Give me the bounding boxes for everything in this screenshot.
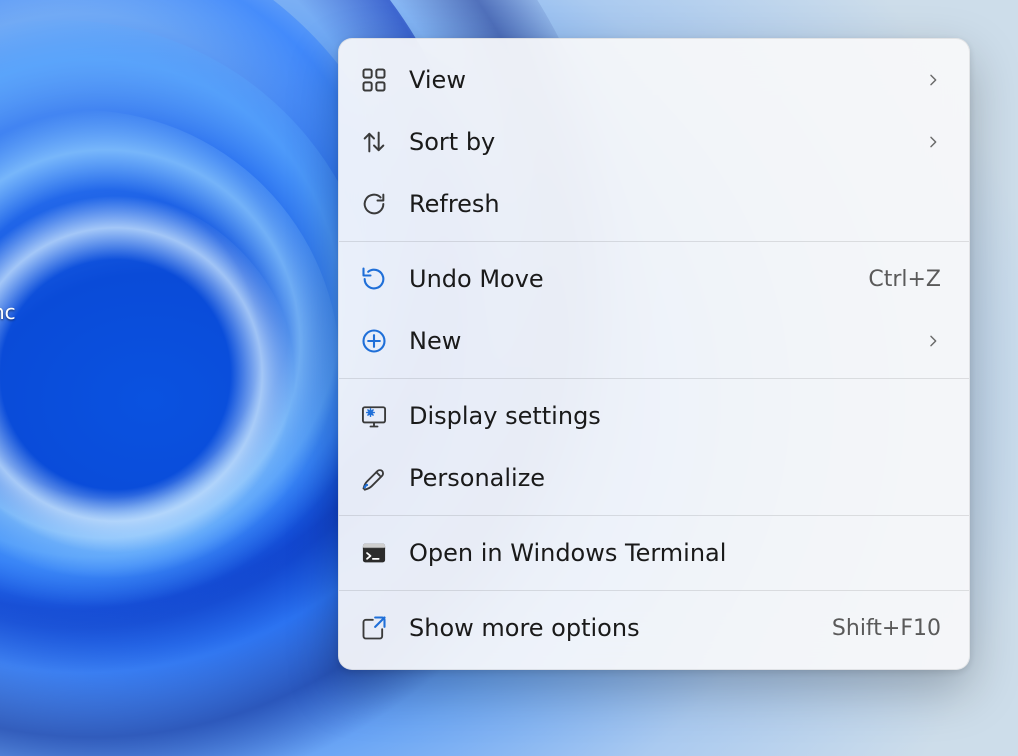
refresh-icon (359, 189, 389, 219)
menu-label: New (409, 327, 925, 355)
personalize-icon (359, 463, 389, 493)
chevron-right-icon (925, 333, 941, 349)
menu-label: View (409, 66, 925, 94)
menu-item-open-terminal[interactable]: Open in Windows Terminal (339, 522, 969, 584)
menu-label: Personalize (409, 464, 941, 492)
plus-circle-icon (359, 326, 389, 356)
menu-separator (339, 241, 969, 242)
chevron-right-icon (925, 134, 941, 150)
desktop-context-menu: View Sort by (338, 38, 970, 670)
menu-label: Sort by (409, 128, 925, 156)
menu-shortcut: Ctrl+Z (868, 267, 941, 292)
chevron-right-icon (925, 72, 941, 88)
menu-label: Show more options (409, 614, 816, 642)
menu-separator (339, 515, 969, 516)
menu-label: Display settings (409, 402, 941, 430)
view-grid-icon (359, 65, 389, 95)
menu-label: Refresh (409, 190, 941, 218)
menu-label: Undo Move (409, 265, 852, 293)
menu-item-display-settings[interactable]: Display settings (339, 385, 969, 447)
show-more-icon (359, 613, 389, 643)
menu-item-personalize[interactable]: Personalize (339, 447, 969, 509)
desktop-icon-label-partial: nc (0, 300, 16, 324)
menu-item-refresh[interactable]: Refresh (339, 173, 969, 235)
menu-label: Open in Windows Terminal (409, 539, 941, 567)
menu-separator (339, 590, 969, 591)
menu-shortcut: Shift+F10 (832, 616, 941, 641)
menu-item-sort-by[interactable]: Sort by (339, 111, 969, 173)
terminal-icon (359, 538, 389, 568)
undo-icon (359, 264, 389, 294)
sort-icon (359, 127, 389, 157)
menu-item-undo-move[interactable]: Undo Move Ctrl+Z (339, 248, 969, 310)
menu-item-show-more-options[interactable]: Show more options Shift+F10 (339, 597, 969, 659)
menu-item-view[interactable]: View (339, 49, 969, 111)
menu-item-new[interactable]: New (339, 310, 969, 372)
desktop-background[interactable]: nc View Sort by (0, 0, 1018, 756)
menu-separator (339, 378, 969, 379)
display-settings-icon (359, 401, 389, 431)
